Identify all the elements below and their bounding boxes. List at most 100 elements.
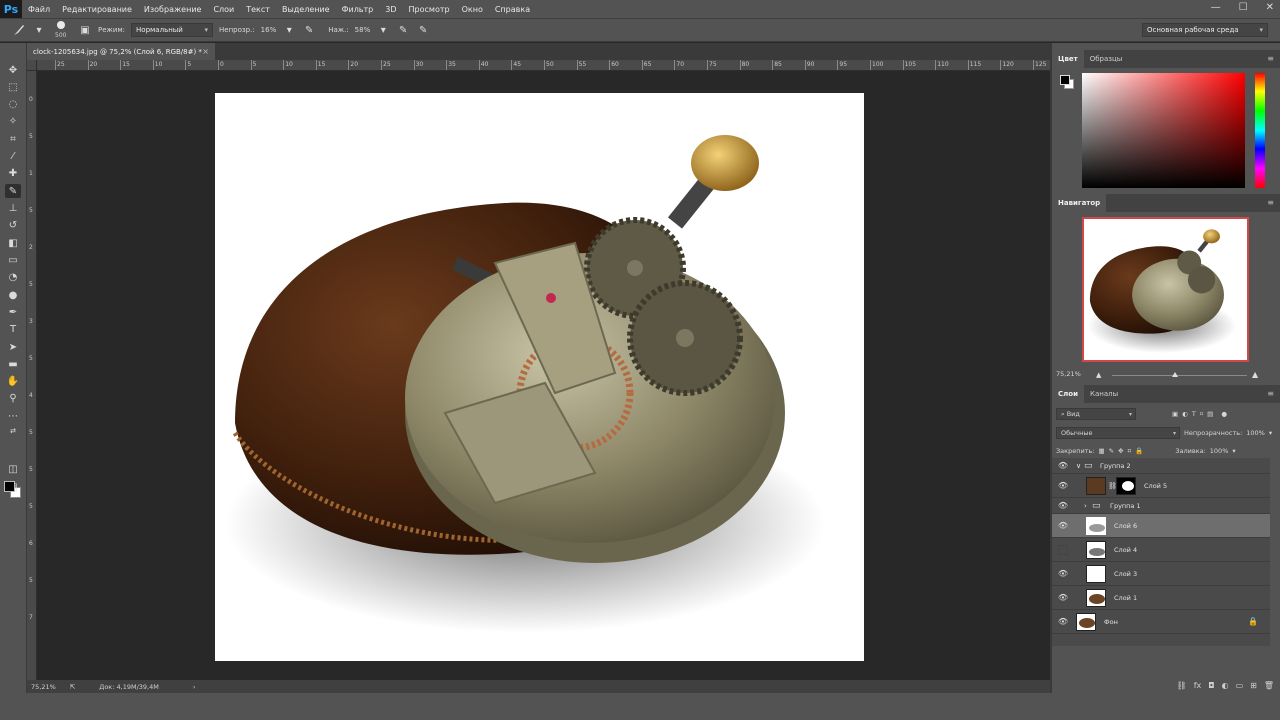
eraser-tool-icon[interactable]: ◧: [5, 236, 21, 250]
document-tab[interactable]: clock-1205634.jpg @ 75,2% (Слой 6, RGB/8…: [27, 43, 215, 60]
quick-select-tool-icon[interactable]: ✧: [5, 114, 21, 128]
hue-slider[interactable]: [1255, 73, 1265, 188]
layer-row-layer-3[interactable]: 👁 Слой 3: [1052, 562, 1270, 586]
history-brush-tool-icon[interactable]: ↺: [5, 218, 21, 232]
lock-transparency-icon[interactable]: ▦: [1098, 447, 1104, 455]
crop-tool-icon[interactable]: ⌗: [5, 132, 21, 146]
adjustment-layer-icon[interactable]: ◐: [1222, 681, 1229, 690]
filter-shape-icon[interactable]: ⌑: [1200, 410, 1203, 418]
visibility-eye-icon[interactable]: 👁: [1058, 481, 1068, 491]
layer-row-group-2[interactable]: 👁 ∨ ▭ Группа 2: [1052, 458, 1270, 474]
lock-pixels-icon[interactable]: ✎: [1109, 447, 1114, 455]
link-layers-icon[interactable]: ⛓: [1177, 681, 1187, 690]
filter-toggle-icon[interactable]: ●: [1221, 410, 1227, 418]
lock-artboard-icon[interactable]: ⌗: [1128, 447, 1132, 456]
blend-mode-select[interactable]: Обычные: [1056, 427, 1180, 439]
panel-menu-icon[interactable]: ≡: [1267, 198, 1274, 207]
delete-layer-icon[interactable]: 🗑: [1264, 681, 1274, 690]
marquee-tool-icon[interactable]: ⬚: [5, 80, 21, 94]
visibility-eye-off-icon[interactable]: [1058, 544, 1068, 555]
quick-mask-icon[interactable]: ◫: [5, 462, 21, 476]
tab-layers[interactable]: Слои: [1052, 385, 1084, 403]
menu-filter[interactable]: Фильтр: [336, 5, 380, 14]
path-select-tool-icon[interactable]: ➤: [5, 340, 21, 354]
move-tool-icon[interactable]: ✥: [5, 63, 21, 77]
visibility-eye-icon[interactable]: 👁: [1058, 617, 1068, 627]
navigator-zoom-slider[interactable]: [1112, 375, 1247, 376]
chevron-down-icon[interactable]: ▾: [282, 23, 296, 37]
navigator-zoom-value[interactable]: 75,21%: [1056, 370, 1081, 378]
new-group-icon[interactable]: ▭: [1236, 681, 1244, 690]
chevron-down-icon[interactable]: ▾: [1269, 429, 1272, 437]
shape-tool-icon[interactable]: ▬: [5, 357, 21, 371]
minimize-button[interactable]: —: [1211, 2, 1221, 13]
menu-edit[interactable]: Редактирование: [56, 5, 138, 14]
tab-color[interactable]: Цвет: [1052, 50, 1084, 68]
menu-select[interactable]: Выделение: [276, 5, 336, 14]
menu-3d[interactable]: 3D: [379, 5, 402, 14]
layer-row-layer-4[interactable]: Слой 4: [1052, 538, 1270, 562]
menu-layers[interactable]: Слои: [207, 5, 240, 14]
status-zoom[interactable]: 75,21%: [31, 683, 56, 691]
visibility-eye-icon[interactable]: 👁: [1058, 569, 1068, 579]
filter-smart-object-icon[interactable]: ▤: [1207, 410, 1213, 418]
layer-style-icon[interactable]: fx: [1194, 681, 1202, 690]
lock-icon[interactable]: 🔒: [1248, 617, 1258, 626]
swap-colors-icon[interactable]: ⇄: [5, 424, 21, 438]
layer-row-layer-5[interactable]: 👁 ⛓ Слой 5: [1052, 474, 1270, 498]
filter-type-icon[interactable]: T: [1192, 410, 1196, 418]
horizontal-ruler[interactable]: 25 20 15 10 5 0 5 10 15 20 25 30 35 40 45 50 55 60 65 70 75 8…: [37, 60, 1050, 71]
blur-tool-icon[interactable]: ◔: [5, 270, 21, 284]
flow-value[interactable]: 58%: [355, 26, 371, 34]
chevron-down-icon[interactable]: ∨: [1076, 462, 1081, 470]
menu-view[interactable]: Просмотр: [403, 5, 456, 14]
chevron-down-icon[interactable]: ▾: [32, 23, 46, 37]
layer-mask-thumbnail[interactable]: [1116, 477, 1136, 495]
chevron-down-icon[interactable]: ▾: [1232, 447, 1235, 455]
export-icon[interactable]: ⇱: [70, 683, 75, 691]
panel-menu-icon[interactable]: ≡: [1267, 389, 1274, 398]
zoom-tool-icon[interactable]: ⚲: [5, 391, 21, 405]
filter-adjustment-icon[interactable]: ◐: [1182, 410, 1188, 418]
gradient-tool-icon[interactable]: ▭: [5, 253, 21, 267]
visibility-eye-icon[interactable]: 👁: [1058, 501, 1068, 511]
layer-row-background[interactable]: 👁 Фон 🔒: [1052, 610, 1270, 634]
fill-value[interactable]: 100%: [1210, 447, 1229, 455]
menu-type[interactable]: Текст: [240, 5, 276, 14]
brush-panel-toggle-icon[interactable]: ▣: [78, 23, 92, 37]
brush-tool-icon[interactable]: ✎: [5, 184, 21, 198]
visibility-eye-icon[interactable]: 👁: [1058, 593, 1068, 603]
layer-filter-select[interactable]: ⌕ Вид: [1056, 408, 1136, 420]
layer-row-layer-1[interactable]: 👁 Слой 1: [1052, 586, 1270, 610]
vertical-ruler[interactable]: 0 5 1 5 2 5 3 5 4 5 5 5 6 5 7: [27, 60, 37, 680]
pen-tool-icon[interactable]: ✒: [5, 305, 21, 319]
layer-row-layer-6[interactable]: 👁 Слой 6: [1052, 514, 1270, 538]
hand-tool-icon[interactable]: ✋: [5, 374, 21, 388]
chevron-right-icon[interactable]: ›: [1084, 502, 1087, 510]
brush-preset-icon[interactable]: [12, 23, 26, 37]
zoom-in-icon[interactable]: ▲: [1252, 370, 1258, 379]
tab-navigator[interactable]: Навигатор: [1052, 194, 1107, 212]
opacity-value[interactable]: 16%: [261, 26, 277, 34]
layer-row-group-1[interactable]: 👁 › ▭ Группа 1: [1052, 498, 1270, 514]
healing-brush-tool-icon[interactable]: ✚: [5, 166, 21, 180]
foreground-color-swatch[interactable]: [4, 481, 15, 492]
close-icon[interactable]: ×: [202, 47, 209, 56]
zoom-out-icon[interactable]: ▲: [1096, 371, 1101, 379]
pressure-opacity-icon[interactable]: ✎: [302, 23, 316, 37]
menu-help[interactable]: Справка: [489, 5, 536, 14]
document-window[interactable]: [37, 71, 1050, 680]
mode-select[interactable]: Нормальный: [131, 23, 214, 37]
menu-image[interactable]: Изображение: [138, 5, 208, 14]
chevron-down-icon[interactable]: ▾: [376, 23, 390, 37]
color-panel-foreground-swatch[interactable]: [1060, 75, 1070, 85]
type-tool-icon[interactable]: T: [5, 322, 21, 336]
tab-channels[interactable]: Каналы: [1084, 385, 1124, 403]
add-mask-icon[interactable]: ◘: [1208, 681, 1214, 690]
new-layer-icon[interactable]: ⊞: [1250, 681, 1257, 690]
close-window-button[interactable]: ✕: [1266, 2, 1274, 13]
tab-swatches[interactable]: Образцы: [1084, 50, 1129, 68]
eyedropper-tool-icon[interactable]: ⁄: [5, 149, 21, 163]
maximize-button[interactable]: ☐: [1239, 2, 1248, 13]
ruler-origin[interactable]: [27, 60, 37, 71]
